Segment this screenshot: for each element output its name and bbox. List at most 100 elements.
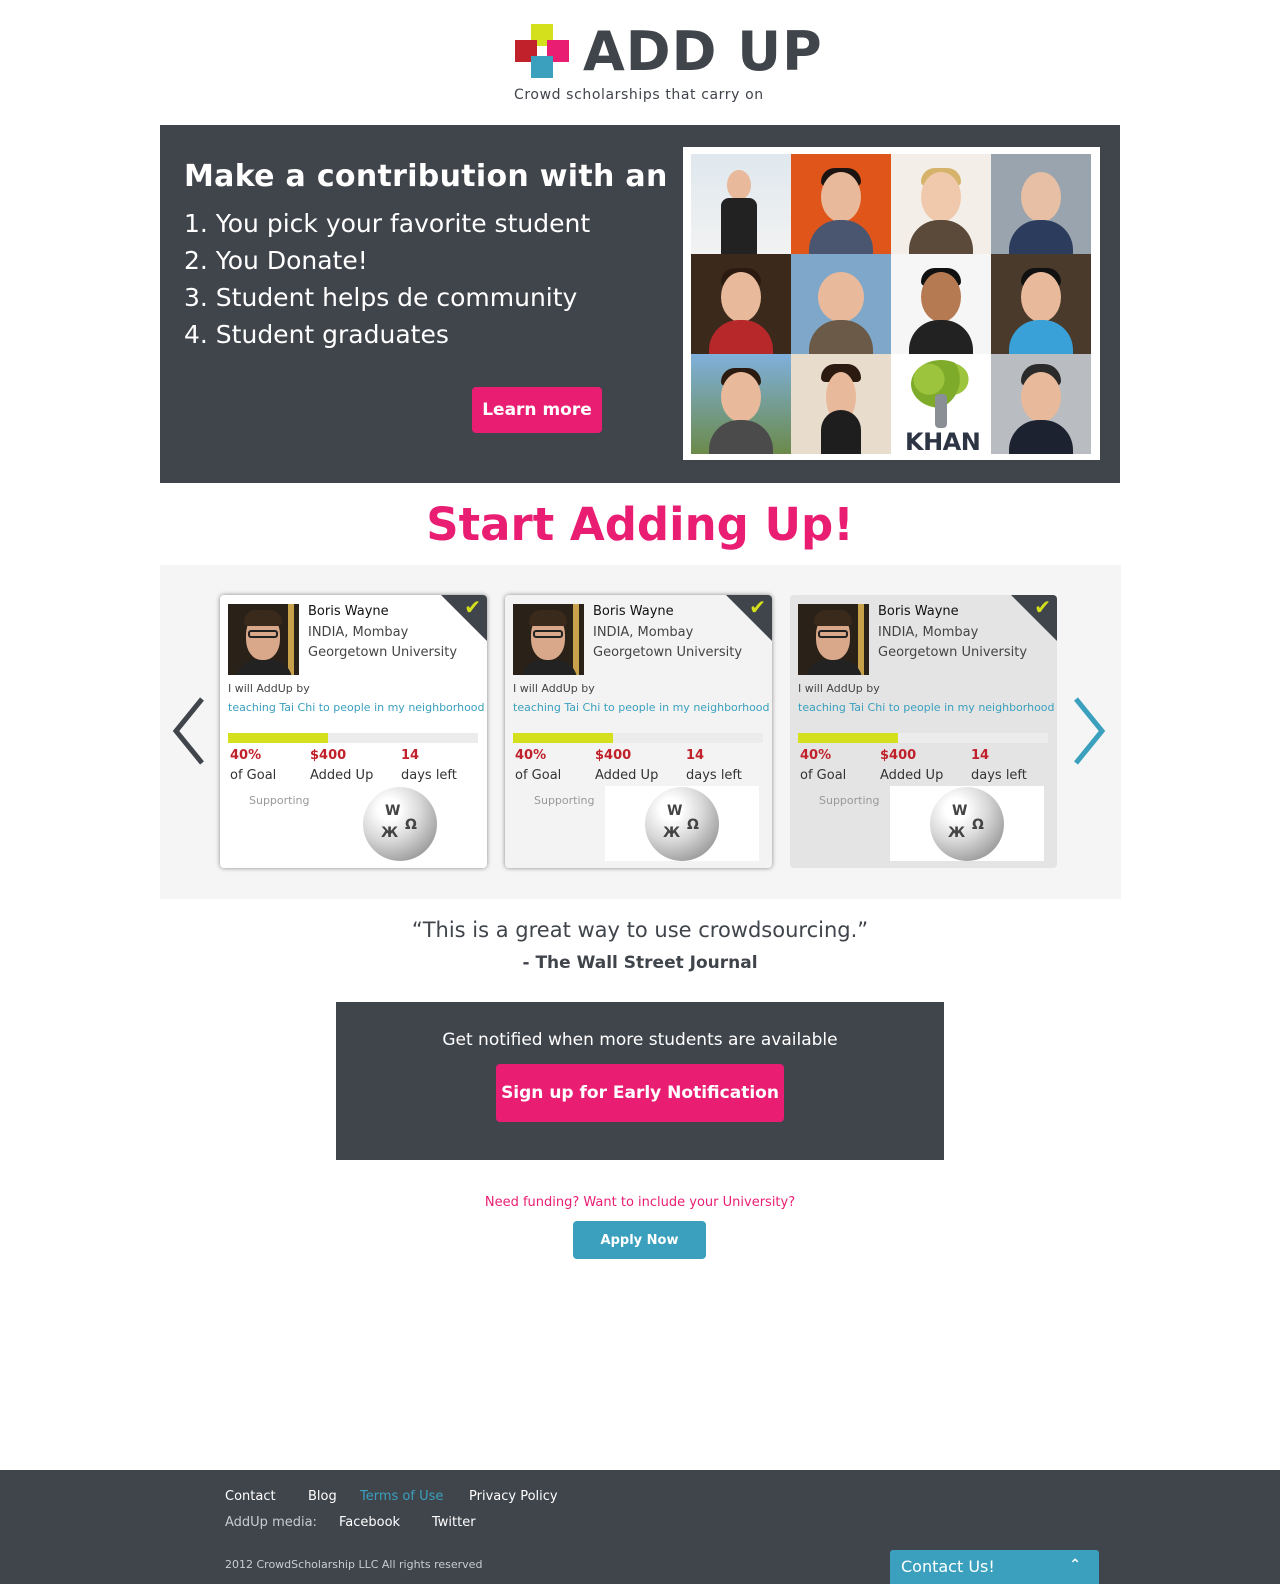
goal-percent: 40%	[800, 748, 832, 763]
section-title: Start Adding Up!	[426, 498, 854, 551]
footer-link-privacy[interactable]: Privacy Policy	[469, 1489, 558, 1504]
student-university: Georgetown University	[878, 645, 1028, 660]
copyright: 2012 CrowdScholarship LLC All rights res…	[225, 1558, 483, 1571]
learn-more-button[interactable]: Learn more	[472, 387, 602, 433]
checkmark-icon[interactable]: ✔	[1034, 595, 1051, 619]
supporting-label: Supporting	[819, 794, 880, 807]
funding-progress-bar	[798, 733, 1048, 743]
days-left-count: 14	[401, 748, 420, 763]
contact-us-tab[interactable]: Contact Us! ⌃	[890, 1550, 1099, 1584]
hero-step: 2. You Donate!	[184, 246, 368, 275]
funding-progress-bar	[228, 733, 478, 743]
goal-label: of Goal	[230, 768, 277, 783]
footer-link-blog[interactable]: Blog	[308, 1489, 337, 1504]
wikipedia-globe-icon[interactable]: WΩЖ	[930, 787, 1004, 861]
supporting-label: Supporting	[249, 794, 310, 807]
chevron-right-icon[interactable]	[1068, 693, 1108, 769]
contact-us-label[interactable]: Contact Us!	[901, 1557, 995, 1576]
student-location: INDIA, Mombay	[308, 625, 409, 640]
days-left-label: days left	[401, 768, 457, 783]
brand-tagline: Crowd scholarships that carry on	[514, 87, 764, 103]
student-card[interactable]: ✔ Boris Wayne INDIA, Mombay Georgetown U…	[790, 595, 1057, 868]
student-photo	[891, 254, 991, 354]
khan-academy-logo: KHAN	[891, 354, 991, 454]
student-photo-collage: KHAN	[683, 147, 1100, 460]
student-name[interactable]: Boris Wayne	[308, 604, 389, 619]
days-left-count: 14	[971, 748, 990, 763]
checkmark-icon[interactable]: ✔	[749, 595, 766, 619]
chevron-up-icon[interactable]: ⌃	[1069, 1557, 1081, 1573]
student-photo	[791, 254, 891, 354]
brand-name[interactable]: ADD UP	[583, 20, 823, 84]
early-notification-button[interactable]: Sign up for Early Notification	[496, 1064, 784, 1122]
added-label: Added Up	[310, 768, 374, 783]
student-photo	[791, 354, 891, 454]
funding-progress-bar	[513, 733, 763, 743]
wikipedia-globe-icon[interactable]: WΩЖ	[363, 787, 437, 861]
student-name[interactable]: Boris Wayne	[878, 604, 959, 619]
student-university: Georgetown University	[308, 645, 458, 660]
added-label: Added Up	[595, 768, 659, 783]
student-photo	[691, 254, 791, 354]
will-addup-label: I will AddUp by	[228, 682, 310, 695]
student-avatar[interactable]	[513, 604, 584, 675]
footer-link-twitter[interactable]: Twitter	[432, 1515, 476, 1530]
addup-logo-icon[interactable]	[515, 24, 569, 78]
student-carousel: ✔ Boris Wayne INDIA, Mombay Georgetown U…	[160, 565, 1121, 899]
student-location: INDIA, Mombay	[878, 625, 979, 640]
site-header: ADD UP Crowd scholarships that carry on	[0, 0, 1280, 118]
press-quote-source: - The Wall Street Journal	[522, 953, 758, 973]
community-task-link[interactable]: teaching Tai Chi to people in my neighbo…	[798, 701, 1055, 714]
student-card[interactable]: ✔ Boris Wayne INDIA, Mombay Georgetown U…	[505, 595, 772, 868]
hero-step: 1. You pick your favorite student	[184, 209, 591, 238]
khan-label: KHAN	[905, 428, 981, 454]
student-name[interactable]: Boris Wayne	[593, 604, 674, 619]
goal-percent: 40%	[515, 748, 547, 763]
amount-added: $400	[310, 748, 347, 763]
amount-added: $400	[595, 748, 632, 763]
will-addup-label: I will AddUp by	[798, 682, 880, 695]
days-left-label: days left	[971, 768, 1027, 783]
community-task-link[interactable]: teaching Tai Chi to people in my neighbo…	[513, 701, 770, 714]
chevron-left-icon[interactable]	[170, 693, 210, 769]
hero-title: Make a contribution with an	[184, 159, 668, 194]
footer-link-facebook[interactable]: Facebook	[339, 1515, 400, 1530]
supporting-label: Supporting	[534, 794, 595, 807]
goal-percent: 40%	[230, 748, 262, 763]
student-avatar[interactable]	[798, 604, 869, 675]
wikipedia-globe-icon[interactable]: WΩЖ	[645, 787, 719, 861]
will-addup-label: I will AddUp by	[513, 682, 595, 695]
hero-step: 4. Student graduates	[184, 320, 449, 349]
goal-label: of Goal	[800, 768, 847, 783]
student-photo	[691, 154, 791, 254]
community-task-link[interactable]: teaching Tai Chi to people in my neighbo…	[228, 701, 485, 714]
student-photo	[991, 154, 1091, 254]
student-photo	[891, 154, 991, 254]
student-photo	[991, 354, 1091, 454]
student-university: Georgetown University	[593, 645, 743, 660]
checkmark-icon[interactable]: ✔	[464, 595, 481, 619]
apply-prompt: Need funding? Want to include your Unive…	[484, 1195, 796, 1210]
footer-link-contact[interactable]: Contact	[225, 1489, 276, 1504]
days-left-label: days left	[686, 768, 742, 783]
site-footer: Contact Blog Terms of Use Privacy Policy…	[0, 1470, 1280, 1584]
hero-banner: Make a contribution with an 1. You pick …	[160, 125, 1120, 483]
amount-added: $400	[880, 748, 917, 763]
student-photo	[991, 254, 1091, 354]
hero-step: 3. Student helps de community	[184, 283, 578, 312]
notify-text: Get notified when more students are avai…	[442, 1030, 838, 1050]
press-quote: “This is a great way to use crowdsourcin…	[411, 918, 869, 942]
student-photo	[791, 154, 891, 254]
student-card[interactable]: ✔ Boris Wayne INDIA, Mombay Georgetown U…	[220, 595, 487, 868]
student-avatar[interactable]	[228, 604, 299, 675]
added-label: Added Up	[880, 768, 944, 783]
goal-label: of Goal	[515, 768, 562, 783]
days-left-count: 14	[686, 748, 705, 763]
notify-panel: Get notified when more students are avai…	[336, 1002, 944, 1160]
hero-steps-list: 1. You pick your favorite student 2. You…	[184, 205, 590, 353]
media-label: AddUp media:	[225, 1515, 317, 1530]
student-location: INDIA, Mombay	[593, 625, 694, 640]
student-photo	[691, 354, 791, 454]
footer-link-terms[interactable]: Terms of Use	[360, 1489, 443, 1504]
apply-now-button[interactable]: Apply Now	[573, 1221, 706, 1259]
